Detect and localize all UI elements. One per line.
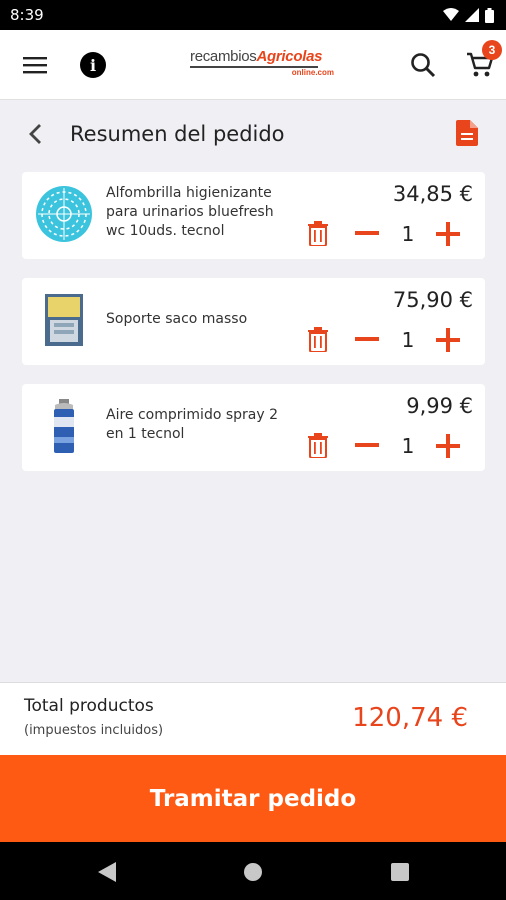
remove-item-button[interactable]: [306, 220, 330, 246]
nav-back-icon: [98, 862, 116, 882]
plus-icon: [436, 328, 460, 352]
nav-back-button[interactable]: [96, 861, 118, 883]
title-row: Resumen del pedido: [0, 100, 506, 168]
nav-home-icon: [244, 863, 262, 881]
nav-recents-button[interactable]: [389, 861, 411, 883]
product-thumbnail: [34, 290, 94, 350]
app-logo: recambiosAgricolas online.com: [190, 48, 340, 82]
status-icons: [443, 7, 494, 23]
total-label: Total productos: [24, 696, 154, 716]
spray-can-icon: [54, 399, 74, 453]
product-name: Alfombrilla higienizante para urinarios …: [106, 185, 274, 239]
document-button[interactable]: [456, 120, 480, 148]
minus-icon: [355, 443, 379, 447]
checkout-button[interactable]: Tramitar pedido: [0, 755, 506, 842]
nav-home-button[interactable]: [242, 861, 264, 883]
logo-subtext: online.com: [291, 68, 334, 77]
minus-icon: [355, 337, 379, 341]
product-name: Soporte saco masso: [106, 311, 248, 327]
logo-text-1: recambios: [190, 48, 257, 65]
product-thumbnail: [34, 396, 94, 456]
decrease-quantity-button[interactable]: [354, 328, 380, 350]
quantity-value: 1: [401, 434, 415, 458]
product-price: 9,99 €: [406, 394, 473, 418]
trash-icon: [308, 326, 328, 352]
search-button[interactable]: [408, 50, 438, 80]
product-price: 75,90 €: [392, 288, 473, 312]
minus-icon: [355, 231, 379, 235]
total-amount: 120,74 €: [352, 703, 468, 733]
product-card: Aire comprimido spray 2 en 1 tecnol 9,99…: [22, 384, 485, 471]
cart-button[interactable]: 3: [464, 40, 502, 80]
menu-button[interactable]: [20, 51, 50, 79]
back-chevron-icon: [29, 124, 41, 144]
trash-icon: [308, 220, 328, 246]
document-icon: [456, 120, 478, 146]
urinal-mat-icon: [36, 186, 92, 242]
cart-count-badge: 3: [482, 40, 502, 60]
quantity-value: 1: [401, 328, 415, 352]
logo-text-2: Agricolas: [256, 48, 323, 65]
remove-item-button[interactable]: [306, 326, 330, 352]
product-price: 34,85 €: [392, 182, 473, 206]
decrease-quantity-button[interactable]: [354, 222, 380, 244]
status-time: 8:39: [10, 6, 44, 24]
search-icon: [411, 53, 436, 78]
remove-item-button[interactable]: [306, 432, 330, 458]
trash-icon: [308, 432, 328, 458]
increase-quantity-button[interactable]: [434, 432, 462, 460]
increase-quantity-button[interactable]: [434, 220, 462, 248]
total-sublabel: (impuestos incluidos): [24, 723, 164, 738]
signal-icon: [465, 8, 479, 22]
app-header: i recambiosAgricolas online.com 3: [0, 30, 506, 100]
menu-icon: [23, 57, 47, 74]
system-nav-bar: [0, 842, 506, 900]
decrease-quantity-button[interactable]: [354, 434, 380, 456]
product-card: Alfombrilla higienizante para urinarios …: [22, 172, 485, 259]
status-bar: 8:39: [0, 0, 506, 30]
quantity-value: 1: [401, 222, 415, 246]
back-button[interactable]: [22, 120, 48, 148]
wifi-icon: [443, 8, 459, 21]
nav-recents-icon: [391, 863, 409, 881]
page-title: Resumen del pedido: [70, 122, 285, 146]
bag-holder-icon: [45, 294, 83, 346]
plus-icon: [436, 434, 460, 458]
product-name: Aire comprimido spray 2 en 1 tecnol: [106, 407, 278, 442]
battery-icon: [485, 7, 494, 23]
product-thumbnail: [34, 184, 94, 244]
plus-icon: [436, 222, 460, 246]
increase-quantity-button[interactable]: [434, 326, 462, 354]
info-icon: i: [89, 55, 97, 75]
total-bar: Total productos (impuestos incluidos) 12…: [0, 682, 506, 755]
product-card: Soporte saco masso 75,90 € 1: [22, 278, 485, 365]
info-button[interactable]: i: [80, 52, 106, 78]
